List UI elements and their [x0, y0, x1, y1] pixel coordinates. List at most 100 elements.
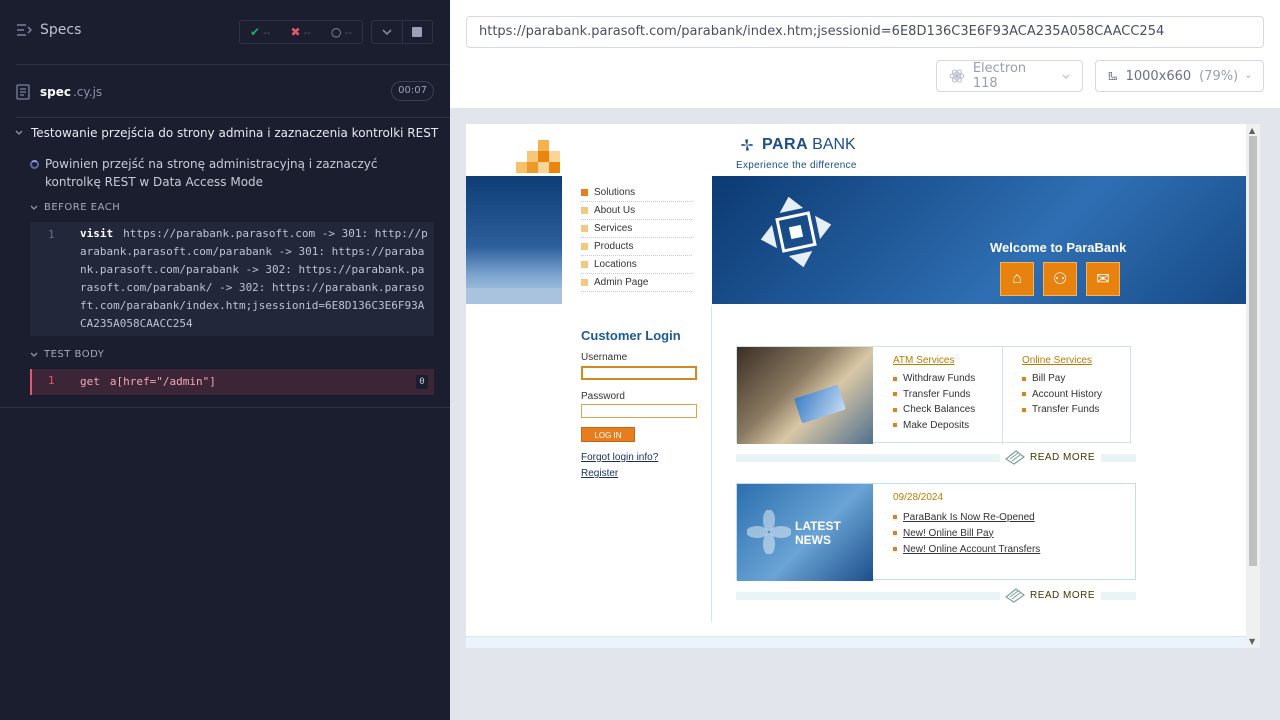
parabank-flower-icon — [740, 138, 754, 152]
news-item[interactable]: New! Online Account Transfers — [893, 541, 1040, 557]
pending-count: -- — [344, 28, 352, 39]
test-body-label: TEST BODY — [44, 349, 105, 360]
command-number: 1 — [48, 228, 55, 241]
before-each-hook[interactable]: BEFORE EACH — [30, 202, 120, 213]
register-link[interactable]: Register — [581, 468, 618, 479]
menu-item-services[interactable]: Services — [581, 220, 692, 238]
news-box: LATEST NEWS 09/28/2024 ParaBank Is Now Re… — [736, 483, 1136, 581]
spec-duration: 00:07 — [391, 81, 434, 101]
brand-rest: BANK — [812, 136, 856, 153]
viewport-selector[interactable]: 1000x660 (79%) — [1095, 60, 1264, 92]
stop-button[interactable] — [401, 21, 432, 43]
aut-header: https://parabank.parasoft.com/parabank/i… — [450, 0, 1280, 108]
news-list: 09/28/2024 ParaBank Is Now Re-Opened New… — [893, 492, 1040, 557]
news-item[interactable]: New! Online Bill Pay — [893, 525, 1040, 541]
news-read-more[interactable]: READ MORE — [1000, 588, 1102, 603]
test-title-row[interactable]: Powinien przejść na stronę administracyj… — [30, 155, 430, 191]
list-item[interactable]: Bill Pay — [1022, 371, 1102, 387]
chevron-down-icon — [382, 29, 392, 35]
before-each-label: BEFORE EACH — [44, 202, 121, 213]
specs-list-icon — [17, 24, 32, 36]
parabank-logo[interactable]: PARA BANK — [736, 134, 856, 156]
stats-bar: ✔ -- ✖ -- ○ -- — [239, 20, 363, 44]
test-body-section[interactable]: TEST BODY — [30, 349, 104, 360]
tagline: Experience the difference — [736, 160, 857, 171]
specs-title: Specs — [40, 22, 82, 38]
zoom-level: (79%) — [1199, 68, 1239, 84]
visit-command[interactable]: 1 visit https://parabank.parasoft.com -> … — [30, 222, 434, 336]
sidebar-divider — [711, 306, 712, 622]
browser-selector[interactable]: Electron 118 — [936, 60, 1083, 92]
specs-nav[interactable]: Specs — [16, 22, 81, 38]
scrollbar-thumb[interactable] — [1249, 136, 1257, 566]
test-divider — [0, 407, 450, 408]
chevron-down-icon — [1062, 74, 1070, 79]
get-command[interactable]: 1 get a[href="/admin"] 0 — [30, 369, 434, 395]
login-button[interactable]: LOG IN — [581, 427, 635, 442]
command-name: get — [80, 375, 100, 388]
password-input[interactable] — [581, 404, 697, 418]
check-icon: ✔ — [250, 25, 261, 39]
electron-icon — [949, 69, 965, 83]
hero-banner: Welcome to ParaBank ⌂ ⚇ ✉ — [712, 176, 1246, 304]
menu-item-locations[interactable]: Locations — [581, 256, 692, 274]
command-name: visit — [80, 227, 114, 240]
atm-image — [737, 347, 873, 444]
reporter-header: Specs ✔ -- ✖ -- ○ -- — [0, 0, 450, 64]
scroll-down-icon[interactable]: ▼ — [1249, 637, 1255, 646]
news-date: 09/28/2024 — [893, 492, 944, 503]
collapse-button[interactable] — [372, 21, 402, 43]
run-controls — [371, 20, 433, 44]
parabank-page: PARA BANK Experience the difference Solu… — [466, 124, 1246, 648]
command-selector: a[href="/admin"] — [109, 375, 216, 388]
list-item[interactable]: Transfer Funds — [893, 387, 975, 403]
menu-item-products[interactable]: Products — [581, 238, 692, 256]
suite-title-row[interactable]: Testowanie przejścia do strony admina i … — [15, 126, 445, 140]
footer-line — [466, 636, 1246, 648]
chevron-down-icon — [30, 352, 38, 357]
brand-bold: PARA — [762, 136, 809, 153]
username-input[interactable] — [581, 366, 697, 380]
reporter-panel: Specs ✔ -- ✖ -- ○ -- spec .cy.js 00:07 T… — [0, 0, 450, 720]
command-text: get a[href="/admin"] — [80, 373, 430, 391]
flower-icon — [747, 510, 791, 554]
atm-services: ATM Services Withdraw Funds Transfer Fun… — [893, 355, 975, 433]
parabank-emblem-icon — [760, 196, 832, 268]
username-label: Username — [581, 352, 628, 363]
atm-services-link[interactable]: ATM Services — [893, 355, 975, 366]
element-count-badge: 0 — [416, 375, 428, 389]
list-item[interactable]: Make Deposits — [893, 418, 975, 434]
contact-icon[interactable]: ✉ — [1086, 262, 1120, 296]
document-icon — [16, 84, 30, 100]
cross-icon: ✖ — [290, 25, 301, 39]
scroll-up-icon[interactable]: ▲ — [1249, 126, 1255, 135]
read-more-icon — [1004, 588, 1026, 603]
left-menu: Solutions About Us Services Products Loc… — [562, 176, 712, 306]
list-item[interactable]: Account History — [1022, 387, 1102, 403]
forgot-login-link[interactable]: Forgot login info? — [581, 452, 658, 463]
about-icon[interactable]: ⚇ — [1043, 262, 1077, 296]
read-more-icon — [1004, 450, 1026, 465]
services-read-more[interactable]: READ MORE — [1000, 450, 1102, 465]
list-item[interactable]: Withdraw Funds — [893, 371, 975, 387]
iframe-scrollbar[interactable]: ▲ ▼ — [1246, 124, 1260, 648]
news-image-text-1: LATEST — [795, 519, 841, 533]
home-icon[interactable]: ⌂ — [1000, 262, 1034, 296]
news-image: LATEST NEWS — [737, 484, 873, 581]
online-services-link[interactable]: Online Services — [1022, 355, 1102, 366]
news-item[interactable]: ParaBank Is Now Re-Opened — [893, 509, 1040, 525]
list-item[interactable]: Check Balances — [893, 402, 975, 418]
spec-ext: .cy.js — [72, 85, 103, 99]
command-message: https://parabank.parasoft.com -> 301: ht… — [80, 227, 428, 330]
url-bar[interactable]: https://parabank.parasoft.com/parabank/i… — [466, 16, 1264, 48]
menu-item-about-us[interactable]: About Us — [581, 202, 692, 220]
menu-item-admin-page[interactable]: Admin Page — [581, 274, 692, 292]
failed-count: -- — [303, 28, 311, 39]
chevron-down-icon — [15, 130, 23, 135]
browser-name: Electron 118 — [972, 61, 1027, 91]
list-item[interactable]: Transfer Funds — [1022, 402, 1102, 418]
menu-item-solutions[interactable]: Solutions — [581, 184, 692, 202]
command-number: 1 — [48, 374, 55, 387]
spec-file-row[interactable]: spec .cy.js 00:07 — [16, 80, 434, 104]
chevron-down-icon — [30, 205, 38, 210]
